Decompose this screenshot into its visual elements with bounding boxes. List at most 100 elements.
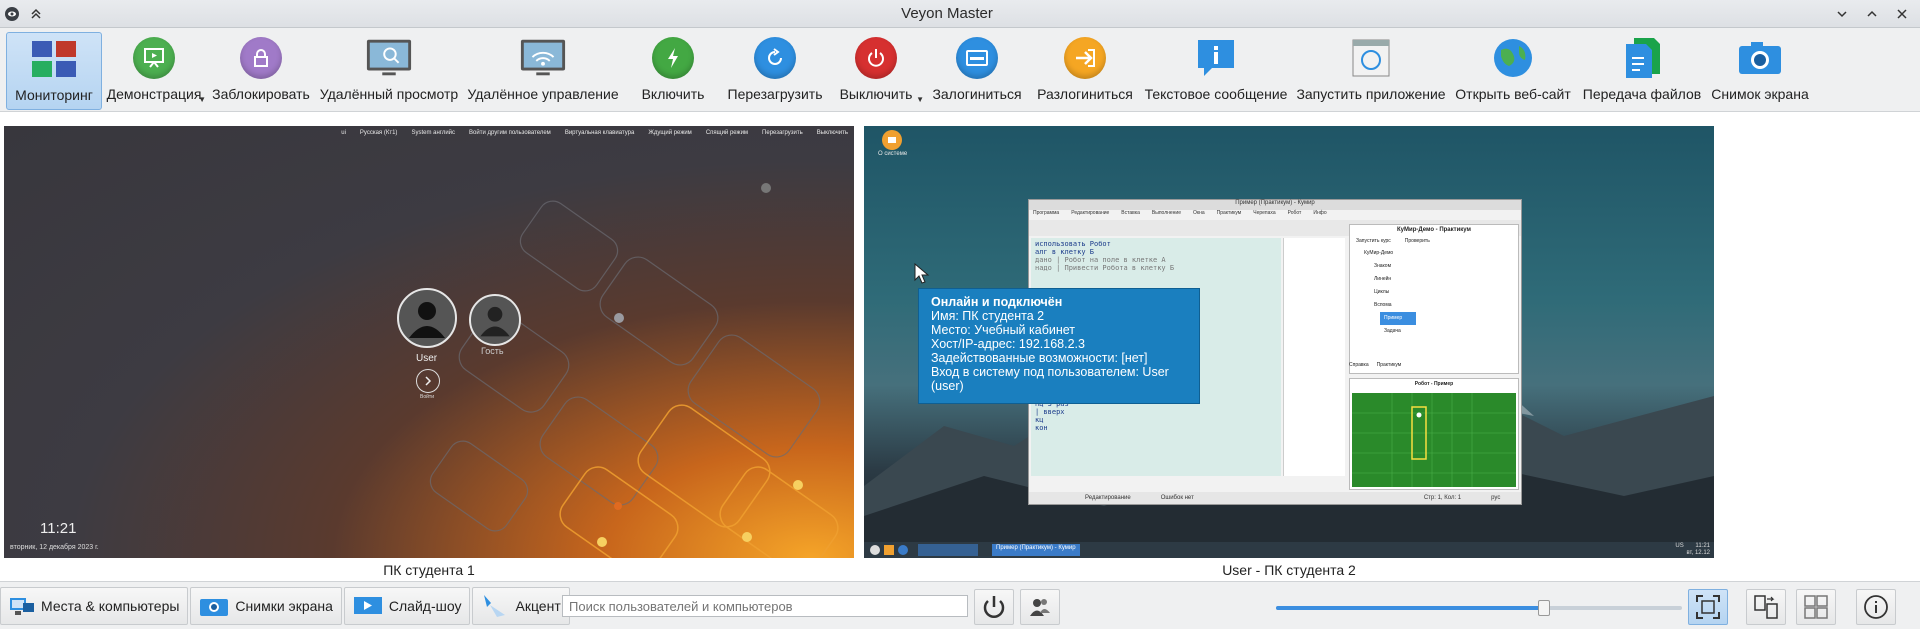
status-text: Стр: 1, Кол: 1 <box>1423 495 1462 501</box>
login-arrow-icon <box>416 369 440 393</box>
tab-practicum[interactable]: Практикум <box>1377 362 1402 368</box>
tool-label: Удалённый просмотр <box>319 86 459 102</box>
tree-item[interactable]: Линейн <box>1364 273 1518 286</box>
demonstration-icon <box>130 34 178 82</box>
minimize-icon[interactable] <box>1834 6 1850 22</box>
tool-logout[interactable]: Разлогиниться <box>1030 32 1140 110</box>
robot-panel: Робот - Пример <box>1349 378 1519 490</box>
mouse-cursor-icon <box>914 263 930 284</box>
power-icon <box>983 596 1005 618</box>
tree-item[interactable]: Знаком <box>1364 260 1518 273</box>
menu-item: Вставка <box>1121 210 1140 216</box>
file-transfer-icon <box>1618 34 1666 82</box>
tool-lock[interactable]: Заблокировать <box>206 32 316 110</box>
tool-file-transfer[interactable]: Передача файлов <box>1576 32 1708 110</box>
tool-screenshot[interactable]: Снимок экрана <box>1708 32 1812 110</box>
remote-view-icon <box>365 34 413 82</box>
tool-text-message[interactable]: Текстовое сообщение <box>1140 32 1292 110</box>
side-title: КуМир-Демо - Практикум <box>1397 227 1471 233</box>
tool-demonstration[interactable]: Демонстрация ▼ <box>102 32 206 110</box>
tooltip-line: Имя: ПК студента 2 <box>931 309 1045 323</box>
tool-label: Удалённое управление <box>467 86 619 102</box>
check-button[interactable]: Проверить <box>1405 238 1430 244</box>
users-button[interactable] <box>1020 589 1060 625</box>
desktop-pager[interactable] <box>918 544 978 556</box>
tool-monitoring[interactable]: Мониторинг <box>6 32 102 110</box>
code-line: | вверх <box>1035 408 1065 416</box>
slideshow-button[interactable]: Слайд-шоу <box>343 586 471 625</box>
taskbar-task[interactable]: Пример (Практикум) - Кумир <box>992 544 1080 556</box>
kumir-menu: Программа Редактирование Вставка Выполне… <box>1029 210 1521 220</box>
kumir-statusbar: Редактирование Ошибок нет Стр: 1, Кол: 1… <box>1029 492 1521 504</box>
tool-power-off[interactable]: Выключить ▼ <box>828 32 924 110</box>
status-text: Ошибок нет <box>1160 495 1194 501</box>
keep-above-icon[interactable] <box>28 6 44 22</box>
robot-field <box>1352 393 1516 487</box>
tool-label: Демонстрация <box>106 86 202 102</box>
start-menu-icon[interactable] <box>870 545 880 555</box>
locations-computers-button[interactable]: Места & компьютеры <box>0 586 189 625</box>
website-icon <box>1489 34 1537 82</box>
rearrange-button[interactable] <box>1746 589 1786 625</box>
menu-item: Выполнение <box>1151 210 1181 216</box>
search-input[interactable] <box>562 595 968 617</box>
power-toggle-button[interactable] <box>974 589 1014 625</box>
tree-item[interactable]: КуМир-Демо <box>1364 247 1518 260</box>
tree-item[interactable]: Вспома <box>1364 299 1518 312</box>
tool-remote-view[interactable]: Удалённый просмотр <box>316 32 462 110</box>
remote-control-icon <box>519 34 567 82</box>
spotlight-button[interactable]: Акцент <box>472 586 570 625</box>
maximize-icon[interactable] <box>1864 6 1880 22</box>
tool-reboot[interactable]: Перезагрузить <box>722 32 828 110</box>
run-course-button[interactable]: Запустить курс <box>1356 238 1391 244</box>
computer-caption: User - ПК студента 2 <box>1222 562 1356 578</box>
zoom-slider[interactable] <box>1276 600 1682 616</box>
tool-label: Передача файлов <box>1582 86 1702 102</box>
menu-item: Черепаха <box>1253 210 1276 216</box>
guest-avatar <box>469 294 521 346</box>
tray-time: 11:21 <box>1695 543 1710 549</box>
lock-icon <box>237 34 285 82</box>
desktop-taskbar: Пример (Практикум) - Кумир US 11:21 вт, … <box>864 542 1714 558</box>
computer-screen-student-1[interactable]: ui Русская (Кт1) System английс Войти др… <box>4 126 854 558</box>
dropdown-arrow-icon: ▼ <box>916 95 924 104</box>
topbar-item: Ждущий режим <box>648 130 692 136</box>
tree-item[interactable]: Пример <box>1380 312 1416 325</box>
bottom-bar: Места & компьютеры Снимки экрана Слайд-ш… <box>0 581 1920 629</box>
topbar-item: Виртуальная клавиатура <box>564 130 635 136</box>
tree-item[interactable]: Задача <box>1364 325 1518 338</box>
files-icon[interactable] <box>884 545 894 555</box>
tool-label: Запустить приложение <box>1296 86 1446 102</box>
user-name: User <box>416 353 438 364</box>
browser-icon[interactable] <box>898 545 908 555</box>
fit-screen-icon <box>1696 595 1720 619</box>
app-menu-icon[interactable] <box>4 6 20 22</box>
kumir-title: Пример (Практикум) - Кумир <box>1029 200 1521 210</box>
robot-title: Робот - Пример <box>1414 381 1454 387</box>
tool-remote-control[interactable]: Удалённое управление <box>462 32 624 110</box>
tool-login[interactable]: Залогиниться <box>924 32 1030 110</box>
computer-caption: ПК студента 1 <box>383 562 475 578</box>
button-label: Слайд-шоу <box>388 597 462 614</box>
about-system-icon[interactable] <box>882 130 902 150</box>
tool-open-website[interactable]: Открыть веб-сайт <box>1450 32 1576 110</box>
about-button[interactable] <box>1856 589 1896 625</box>
screenshots-button[interactable]: Снимки экрана <box>190 586 342 625</box>
tray-date: вт, 12.12 <box>1686 550 1711 556</box>
auto-adjust-size-button[interactable] <box>1688 589 1728 625</box>
tool-label: Мониторинг <box>15 87 93 103</box>
close-icon[interactable] <box>1894 6 1910 22</box>
slideshow-icon <box>353 596 382 614</box>
tool-power-on[interactable]: Включить <box>624 32 722 110</box>
tool-label: Включить <box>641 86 705 102</box>
topbar-item: Выключить <box>816 130 848 136</box>
status-text: Редактирование <box>1085 495 1131 501</box>
code-line: кц <box>1035 416 1044 424</box>
topbar-item: Спящий режим <box>705 130 749 136</box>
tool-run-program[interactable]: Запустить приложение <box>1292 32 1450 110</box>
zoom-slider-handle[interactable] <box>1537 600 1550 616</box>
tree-item[interactable]: Циклы <box>1364 286 1518 299</box>
grid-view-button[interactable] <box>1796 589 1836 625</box>
info-icon <box>1864 595 1888 619</box>
tab-help[interactable]: Справка <box>1349 362 1369 368</box>
